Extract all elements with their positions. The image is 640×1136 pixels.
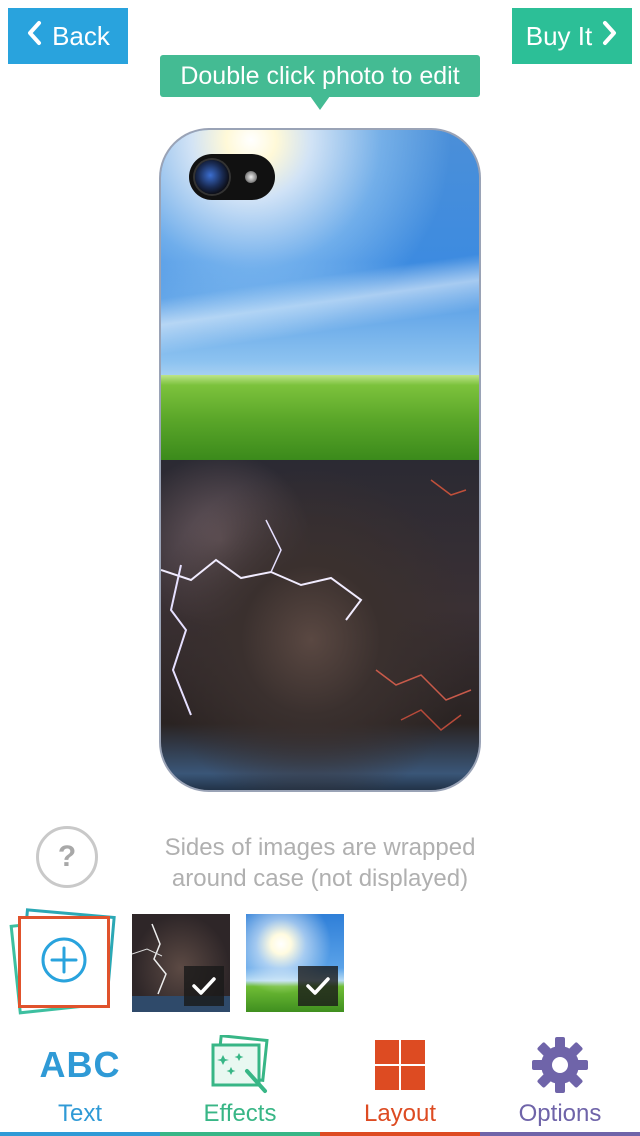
tab-layout-label: Layout [363,1100,437,1127]
edit-hint-tooltip: Double click photo to edit [160,55,480,97]
bottom-photo-slot[interactable] [161,460,479,790]
tab-layout[interactable]: Layout [320,1030,480,1136]
tab-text-underline [0,1132,160,1136]
photo-thumbnail-sky[interactable] [246,914,344,1012]
tab-options-underline [480,1132,640,1136]
flash-icon [245,171,257,183]
help-icon[interactable]: ? [36,826,98,888]
tab-effects-underline [160,1132,320,1136]
gear-icon [530,1032,590,1098]
chevron-left-icon [26,20,42,53]
back-button[interactable]: Back [8,8,128,64]
abc-text-icon: ABC [39,1044,121,1085]
camera-lens-icon [195,160,229,194]
tab-text[interactable]: ABC Text [0,1030,160,1136]
tooltip-text: Double click photo to edit [180,61,460,90]
lightning-graphic [161,479,472,731]
add-photo-frame [18,916,110,1008]
buy-it-label: Buy It [525,20,593,51]
tab-text-label: Text [57,1100,102,1127]
tooltip-arrow [310,96,330,110]
chevron-right-icon [602,20,618,53]
camera-cutout [189,154,275,200]
effects-icon [209,1032,271,1098]
buy-it-button[interactable]: Buy It [512,8,632,64]
add-photo-button[interactable] [9,908,116,1015]
tab-layout-underline [320,1132,480,1136]
selected-check [298,966,338,1006]
help-symbol: ? [57,840,77,873]
plus-circle-icon [40,936,88,989]
tab-options-label: Options [518,1100,602,1127]
back-label: Back [52,20,110,51]
tab-effects-label: Effects [203,1100,277,1127]
hint-line-1: Sides of images are wrapped [164,834,476,861]
checkmark-icon [192,977,216,995]
checkmark-icon [306,977,330,995]
hint-line-2: around case (not displayed) [171,865,469,892]
selected-check [184,966,224,1006]
tab-effects[interactable]: Effects [160,1030,320,1136]
bottom-tab-bar: ABC Text Effects Layout Options [0,1030,640,1136]
photo-thumbnail-storm[interactable] [132,914,230,1012]
layout-grid-icon [375,1032,425,1098]
phone-case-preview[interactable] [161,130,479,790]
tab-options[interactable]: Options [480,1030,640,1136]
grass-field [161,375,479,460]
wrap-hint-text: Sides of images are wrapped around case … [130,832,510,894]
